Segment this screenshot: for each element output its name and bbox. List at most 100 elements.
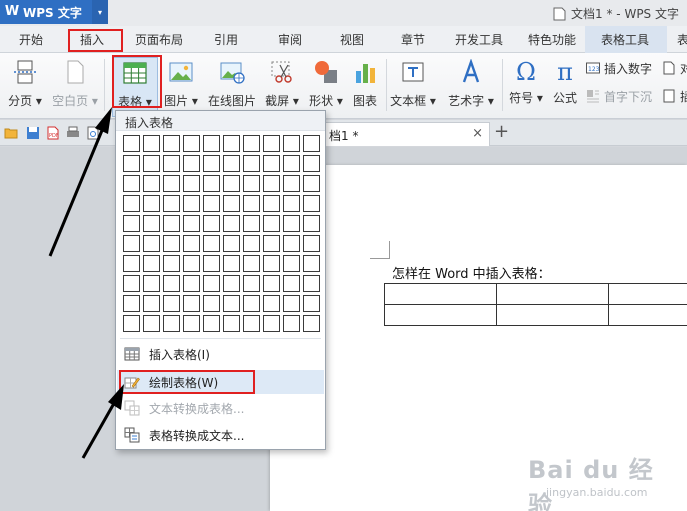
drop-cap-button[interactable]: 首字下沉 [586, 87, 652, 105]
grid-cell[interactable] [123, 155, 140, 172]
grid-cell[interactable] [203, 255, 220, 272]
grid-cell[interactable] [183, 295, 200, 312]
grid-cell[interactable] [263, 155, 280, 172]
grid-cell[interactable] [303, 195, 320, 212]
grid-cell[interactable] [183, 195, 200, 212]
app-menu-dropdown-icon[interactable]: ▾ [92, 0, 108, 24]
grid-cell[interactable] [203, 155, 220, 172]
grid-cell[interactable] [123, 195, 140, 212]
grid-cell[interactable] [263, 315, 280, 332]
grid-cell[interactable] [223, 175, 240, 192]
grid-cell[interactable] [183, 235, 200, 252]
grid-cell[interactable] [123, 215, 140, 232]
grid-cell[interactable] [223, 215, 240, 232]
grid-cell[interactable] [263, 235, 280, 252]
grid-cell[interactable] [203, 235, 220, 252]
grid-cell[interactable] [283, 215, 300, 232]
grid-cell[interactable] [223, 235, 240, 252]
grid-cell[interactable] [183, 215, 200, 232]
table-cell[interactable] [607, 304, 687, 326]
grid-cell[interactable] [143, 295, 160, 312]
grid-cell[interactable] [263, 135, 280, 152]
grid-cell[interactable] [243, 235, 260, 252]
insert-clip-button[interactable]: 插 [662, 87, 687, 105]
grid-cell[interactable] [263, 255, 280, 272]
grid-cell[interactable] [303, 275, 320, 292]
grid-cell[interactable] [223, 255, 240, 272]
grid-cell[interactable] [243, 295, 260, 312]
grid-cell[interactable] [183, 275, 200, 292]
grid-cell[interactable] [303, 175, 320, 192]
table-cell[interactable] [496, 283, 609, 305]
grid-cell[interactable] [283, 315, 300, 332]
grid-cell[interactable] [123, 315, 140, 332]
text-to-table-menu-item[interactable]: 文本转换成表格... [117, 396, 324, 420]
grid-cell[interactable] [243, 275, 260, 292]
wordart-button[interactable]: 艺术字 ▾ [444, 57, 498, 117]
blank-page-button[interactable]: 空白页 ▾ [49, 57, 101, 117]
close-icon[interactable]: × [472, 126, 483, 141]
app-menu-button[interactable]: W WPS 文字 ▾ [0, 0, 108, 24]
grid-cell[interactable] [223, 135, 240, 152]
grid-cell[interactable] [123, 295, 140, 312]
table-cell[interactable] [383, 283, 498, 305]
textbox-button[interactable]: 文本框 ▾ [390, 57, 436, 117]
grid-cell[interactable] [263, 295, 280, 312]
grid-cell[interactable] [203, 175, 220, 192]
table-cell[interactable] [607, 283, 687, 305]
tab-section[interactable]: 章节 [401, 31, 425, 51]
export-pdf-icon[interactable]: PDF [46, 126, 60, 140]
tab-page-layout[interactable]: 页面布局 [135, 31, 183, 51]
tab-home[interactable]: 开始 [19, 31, 43, 51]
symbol-button[interactable]: Ω 符号 ▾ [506, 57, 546, 117]
grid-cell[interactable] [243, 255, 260, 272]
grid-cell[interactable] [303, 155, 320, 172]
grid-cell[interactable] [243, 195, 260, 212]
grid-cell[interactable] [183, 175, 200, 192]
grid-cell[interactable] [223, 275, 240, 292]
grid-cell[interactable] [303, 235, 320, 252]
grid-cell[interactable] [163, 135, 180, 152]
grid-cell[interactable] [303, 295, 320, 312]
table-cell[interactable] [383, 304, 498, 326]
grid-cell[interactable] [143, 255, 160, 272]
grid-cell[interactable] [143, 135, 160, 152]
grid-cell[interactable] [203, 315, 220, 332]
document-table[interactable] [383, 283, 687, 326]
grid-cell[interactable] [303, 315, 320, 332]
grid-cell[interactable] [143, 155, 160, 172]
tab-view[interactable]: 视图 [340, 31, 364, 51]
grid-cell[interactable] [263, 175, 280, 192]
grid-cell[interactable] [163, 215, 180, 232]
picture-button[interactable]: 图片 ▾ [160, 57, 202, 117]
tab-table-tools[interactable]: 表格工具 [601, 31, 649, 51]
grid-cell[interactable] [303, 255, 320, 272]
grid-cell[interactable] [283, 275, 300, 292]
page-break-button[interactable]: 分页 ▾ [5, 57, 45, 117]
grid-cell[interactable] [283, 195, 300, 212]
tab-review[interactable]: 审阅 [278, 31, 302, 51]
grid-cell[interactable] [163, 235, 180, 252]
grid-cell[interactable] [183, 255, 200, 272]
grid-cell[interactable] [163, 195, 180, 212]
grid-cell[interactable] [183, 135, 200, 152]
table-size-grid[interactable] [123, 135, 323, 335]
tab-table-style[interactable]: 表 [677, 31, 687, 51]
tab-features[interactable]: 特色功能 [528, 31, 576, 51]
grid-cell[interactable] [203, 275, 220, 292]
object-button[interactable]: 对 [662, 59, 687, 77]
online-picture-button[interactable]: 在线图片 [206, 57, 258, 117]
grid-cell[interactable] [283, 135, 300, 152]
grid-cell[interactable] [243, 175, 260, 192]
grid-cell[interactable] [303, 135, 320, 152]
grid-cell[interactable] [223, 295, 240, 312]
open-folder-icon[interactable] [4, 126, 18, 140]
grid-cell[interactable] [123, 175, 140, 192]
grid-cell[interactable] [123, 275, 140, 292]
grid-cell[interactable] [203, 195, 220, 212]
grid-cell[interactable] [163, 155, 180, 172]
grid-cell[interactable] [243, 135, 260, 152]
grid-cell[interactable] [143, 215, 160, 232]
grid-cell[interactable] [143, 235, 160, 252]
formula-button[interactable]: π 公式 [550, 57, 580, 117]
